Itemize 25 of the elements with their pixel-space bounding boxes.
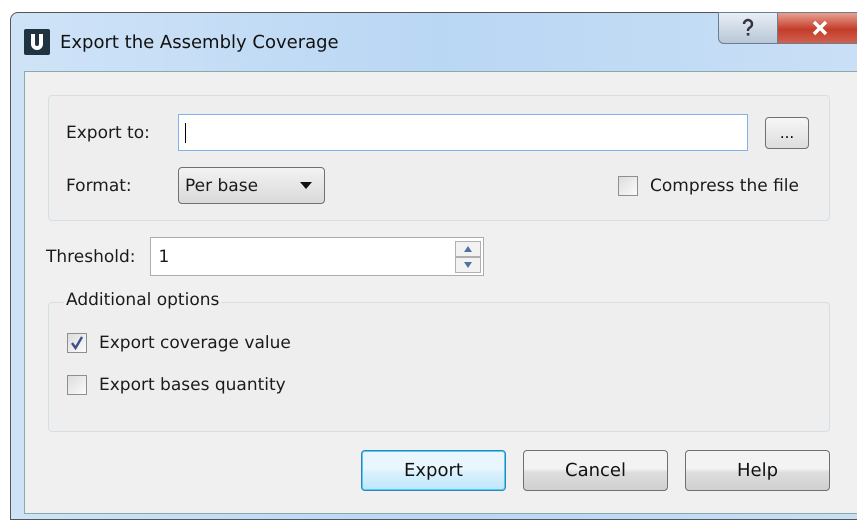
browse-button[interactable]: ... <box>765 116 809 148</box>
checkbox-label: Compress the file <box>650 176 799 196</box>
dialog-button[interactable]: Cancel <box>523 450 668 491</box>
format-dropdown[interactable]: Per base <box>178 167 325 204</box>
field-label: Format: <box>66 176 133 196</box>
group-title: Additional options <box>64 290 222 310</box>
spin-arrows-icon[interactable] <box>454 240 481 272</box>
app-logo-icon <box>24 29 50 55</box>
checkbox[interactable] <box>618 176 638 196</box>
checkbox[interactable] <box>67 375 87 395</box>
close-button[interactable] <box>778 12 857 44</box>
export-path-field[interactable] <box>178 114 748 151</box>
field-label: Export to: <box>66 122 151 142</box>
caret-icon <box>300 182 312 189</box>
help-button[interactable] <box>718 12 778 44</box>
close-icon <box>811 20 829 36</box>
dialog-button[interactable]: Export <box>361 450 506 491</box>
window-title: Export the Assembly Coverage <box>60 32 339 52</box>
dialog-button[interactable]: Help <box>685 450 830 491</box>
field-label: Threshold: <box>46 246 136 266</box>
threshold-spinbox[interactable]: 1 <box>150 237 484 276</box>
checkbox[interactable] <box>67 333 87 353</box>
checkbox-label: Export bases quantity <box>99 375 286 395</box>
checkbox-label: Export coverage value <box>99 333 291 353</box>
question-mark-icon <box>740 18 756 38</box>
